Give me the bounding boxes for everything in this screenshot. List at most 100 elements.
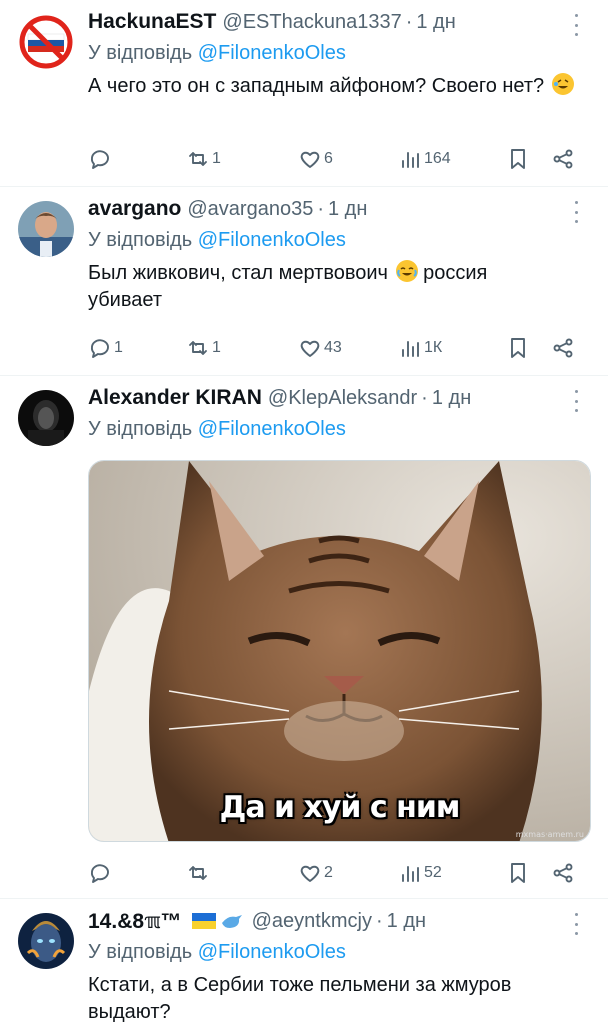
tweet-2[interactable]: avargano @avargano35 · 1 дн У відповідь … bbox=[0, 187, 608, 375]
tweet-text: Был живкович, стал мертвовоич россия уби… bbox=[88, 260, 586, 314]
author-handle[interactable]: @avargano35 bbox=[187, 198, 313, 221]
views-count: 164 bbox=[424, 150, 451, 167]
like-button[interactable]: 43 bbox=[298, 336, 342, 360]
cat-photo bbox=[89, 461, 590, 841]
retweet-button[interactable]: 1 bbox=[186, 336, 221, 360]
tweet-text-line2: убивает bbox=[88, 289, 162, 311]
heart-icon bbox=[300, 865, 320, 882]
views-count: 52 bbox=[424, 864, 442, 881]
retweet-button[interactable] bbox=[186, 861, 212, 885]
bookmark-button[interactable] bbox=[506, 861, 530, 885]
tweet-media-image[interactable]: Да и хуй с ним mxmas·amem.ru bbox=[88, 460, 591, 842]
like-button[interactable]: 2 bbox=[298, 861, 333, 885]
no-russia-icon bbox=[18, 14, 74, 70]
reply-to-link[interactable]: @FilonenkoOles bbox=[198, 42, 346, 64]
timestamp[interactable]: 1 дн bbox=[432, 387, 471, 410]
avatar[interactable] bbox=[18, 14, 74, 70]
timestamp[interactable]: 1 дн bbox=[416, 11, 455, 34]
reply-to-link[interactable]: @FilonenkoOles bbox=[198, 941, 346, 963]
avatar[interactable] bbox=[18, 913, 74, 969]
cyber-face-icon bbox=[18, 913, 74, 969]
reply-to-link[interactable]: @FilonenkoOles bbox=[198, 229, 346, 251]
bookmark-icon bbox=[511, 863, 525, 883]
reply-context: У відповідь @FilonenkoOles bbox=[88, 39, 586, 67]
retweet-icon bbox=[189, 152, 207, 166]
meme-caption: Да и хуй с ним bbox=[219, 790, 461, 825]
tweet-text: Кстати, а в Сербии тоже пельмени за жмур… bbox=[88, 974, 512, 1023]
reply-icon bbox=[91, 864, 109, 883]
like-count: 2 bbox=[324, 864, 333, 881]
bookmark-button[interactable] bbox=[506, 147, 530, 171]
retweet-icon bbox=[189, 341, 207, 355]
reply-to-link[interactable]: @FilonenkoOles bbox=[198, 418, 346, 440]
share-button[interactable] bbox=[551, 147, 575, 171]
avatar[interactable] bbox=[18, 201, 74, 257]
analytics-icon bbox=[402, 152, 419, 168]
heart-icon bbox=[300, 340, 320, 357]
timestamp[interactable]: 1 дн bbox=[387, 910, 426, 933]
author-name[interactable]: HackunaEST bbox=[88, 10, 216, 34]
timestamp[interactable]: 1 дн bbox=[328, 198, 367, 221]
reply-context: У відповідь @FilonenkoOles bbox=[88, 938, 586, 966]
tears-of-joy-emoji bbox=[395, 260, 418, 282]
separator-dot: · bbox=[375, 909, 383, 932]
analytics-icon bbox=[402, 866, 419, 882]
heart-icon bbox=[300, 151, 320, 168]
tweet-text-line1-end: россия bbox=[423, 262, 488, 284]
tweet-4[interactable]: 14.&8ℼ™ @aeyntkmcjy · 1 дн У відповідь @… bbox=[0, 899, 608, 1024]
views-button[interactable]: 1К bbox=[398, 336, 442, 360]
retweet-button[interactable]: 1 bbox=[186, 147, 221, 171]
reply-context: У відповідь @FilonenkoOles bbox=[88, 226, 586, 254]
author-name[interactable]: avargano bbox=[88, 197, 181, 221]
views-count: 1К bbox=[424, 339, 443, 356]
like-count: 6 bbox=[324, 150, 333, 167]
more-options-icon[interactable] bbox=[566, 14, 586, 36]
reply-button[interactable]: 1 bbox=[88, 336, 123, 360]
author-name[interactable]: Alexander KIRAN bbox=[88, 386, 262, 410]
reply-icon bbox=[91, 339, 109, 358]
tweet-text-line1: Был живкович, стал мертвовоич bbox=[88, 262, 388, 284]
reply-prefix: У відповідь bbox=[88, 229, 193, 251]
retweet-count: 1 bbox=[212, 339, 221, 356]
views-button[interactable]: 164 bbox=[398, 147, 451, 171]
author-handle[interactable]: @ESThackuna1337 bbox=[222, 11, 401, 34]
analytics-icon bbox=[402, 341, 419, 357]
rolling-laughing-emoji bbox=[551, 73, 574, 95]
more-options-icon[interactable] bbox=[566, 913, 586, 935]
reply-icon bbox=[91, 150, 109, 169]
like-button[interactable]: 6 bbox=[298, 147, 333, 171]
reply-button[interactable] bbox=[88, 861, 114, 885]
user-photo-icon bbox=[18, 201, 74, 257]
separator-dot: · bbox=[317, 197, 324, 220]
blue-bird-emoji bbox=[221, 915, 242, 928]
reply-prefix: У відповідь bbox=[88, 42, 193, 64]
tweet-text-content: А чего это он с западным айфоном? Своего… bbox=[88, 75, 545, 97]
reply-prefix: У відповідь bbox=[88, 418, 193, 440]
share-icon bbox=[553, 149, 573, 169]
ukraine-flag-emoji bbox=[191, 913, 216, 929]
author-handle[interactable]: @aeyntkmcjy bbox=[252, 910, 372, 933]
watermark: mxmas·amem.ru bbox=[515, 830, 584, 839]
reply-button[interactable] bbox=[88, 147, 114, 171]
more-options-icon[interactable] bbox=[566, 390, 586, 412]
separator-dot: · bbox=[405, 10, 413, 33]
more-options-icon[interactable] bbox=[566, 201, 586, 223]
share-button[interactable] bbox=[551, 336, 575, 360]
author-handle[interactable]: @KlepAleksandr bbox=[268, 387, 417, 410]
share-icon bbox=[553, 338, 573, 358]
reply-context: У відповідь @FilonenkoOles bbox=[88, 415, 586, 443]
author-name[interactable]: 14.&8ℼ™ bbox=[88, 909, 182, 934]
tweet-3[interactable]: Alexander KIRAN @KlepAleksandr · 1 дн У … bbox=[0, 376, 608, 898]
retweet-icon bbox=[189, 866, 207, 880]
reply-count: 1 bbox=[114, 339, 123, 356]
bookmark-icon bbox=[511, 338, 525, 358]
like-count: 43 bbox=[324, 339, 342, 356]
reply-prefix: У відповідь bbox=[88, 941, 193, 963]
share-button[interactable] bbox=[551, 861, 575, 885]
tweet-1[interactable]: HackunaEST @ESThackuna1337 · 1 дн У відп… bbox=[0, 0, 608, 186]
bookmark-button[interactable] bbox=[506, 336, 530, 360]
retweet-count: 1 bbox=[212, 150, 221, 167]
share-icon bbox=[553, 863, 573, 883]
views-button[interactable]: 52 bbox=[398, 861, 442, 885]
avatar[interactable] bbox=[18, 390, 74, 446]
